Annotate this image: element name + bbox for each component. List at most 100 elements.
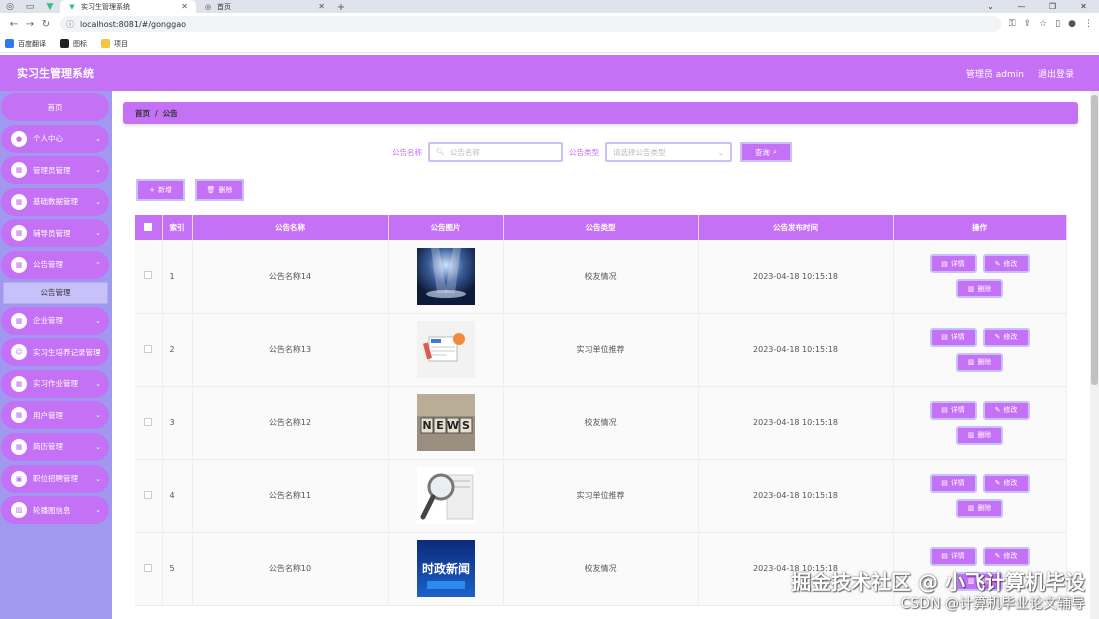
edit-button[interactable]: ✎ 修改 bbox=[982, 254, 1030, 274]
sidebar-item[interactable]: ▦ 公告管理 ⌃ bbox=[1, 250, 109, 279]
logout-link[interactable]: 退出登录 bbox=[1038, 67, 1074, 80]
bookmark-tubiao[interactable]: 图标 bbox=[60, 39, 87, 49]
row-select-cell[interactable] bbox=[135, 459, 163, 533]
notice-image: NEWS bbox=[416, 394, 475, 451]
notice-type-select[interactable]: 请选择公告类型 ⌄ bbox=[605, 142, 732, 162]
select-all-checkbox[interactable] bbox=[144, 222, 153, 231]
row-checkbox[interactable] bbox=[144, 344, 153, 353]
edit-label: 修改 bbox=[1003, 552, 1018, 560]
notice-type-placeholder: 请选择公告类型 bbox=[613, 147, 666, 157]
edit-button[interactable]: ✎ 修改 bbox=[982, 473, 1030, 493]
select-all-cell[interactable] bbox=[135, 215, 163, 240]
detail-label: 详情 bbox=[950, 406, 965, 414]
globe-icon[interactable]: ◎ bbox=[0, 0, 20, 13]
pencil-icon: ✎ bbox=[994, 406, 1001, 414]
row-select-cell[interactable] bbox=[135, 313, 163, 387]
sidebar-item[interactable]: ▦ 企业管理 ⌄ bbox=[1, 306, 109, 335]
sidebar-item[interactable]: ▦ 用户管理 ⌄ bbox=[1, 401, 109, 430]
add-button[interactable]: + 新增 bbox=[136, 179, 185, 201]
grid-icon: ▦ bbox=[11, 225, 27, 242]
sidebar-item[interactable]: ▦ 管理员管理 ⌄ bbox=[1, 156, 109, 185]
row-checkbox[interactable] bbox=[144, 490, 153, 499]
detail-button[interactable]: ▤ 详情 bbox=[929, 546, 977, 566]
close-window-icon[interactable]: ✕ bbox=[1068, 0, 1099, 13]
delete-button[interactable]: ▥ 删除 bbox=[956, 571, 1003, 591]
sidebar-item[interactable]: ▦ 辅导员管理 ⌄ bbox=[1, 219, 109, 248]
tab-close-icon[interactable]: ✕ bbox=[318, 2, 325, 11]
row-notice-name: 公告名称12 bbox=[192, 386, 389, 460]
row-ops: ▤ 详情 ✎ 修改 ▥ 删除 bbox=[905, 254, 1055, 299]
row-checkbox[interactable] bbox=[144, 417, 153, 426]
sidebar-subitem-notice[interactable]: 公告管理 bbox=[3, 281, 108, 304]
sidebar-item[interactable]: ▦ 实习作业管理 ⌄ bbox=[1, 369, 109, 398]
query-button[interactable]: 查询 ⌕ bbox=[740, 142, 792, 162]
back-icon[interactable]: ← bbox=[6, 19, 22, 30]
notice-image bbox=[416, 467, 475, 524]
notice-name-placeholder: 公告名称 bbox=[449, 147, 480, 157]
bookmark-xiangmu[interactable]: 项目 bbox=[101, 39, 128, 49]
edit-button[interactable]: ✎ 修改 bbox=[982, 327, 1030, 347]
share-icon[interactable]: ⇪ bbox=[1024, 19, 1032, 29]
tab-close-icon[interactable]: ✕ bbox=[181, 2, 188, 11]
table-header-row: 索引 公告名称 公告图片 公告类型 公告发布时间 操作 bbox=[135, 215, 1067, 240]
sidebar-item[interactable]: ▦ 简历管理 ⌄ bbox=[1, 432, 109, 461]
sidebar-item-label: 实习作业管理 bbox=[33, 379, 78, 389]
app-title: 实习生管理系统 bbox=[17, 67, 94, 80]
info-icon[interactable]: ⓘ bbox=[66, 19, 74, 30]
row-checkbox[interactable] bbox=[144, 563, 153, 572]
detail-button[interactable]: ▤ 详情 bbox=[929, 400, 977, 420]
row-publish-time: 2023-04-18 10:15:18 bbox=[698, 240, 894, 314]
sidebar-item[interactable]: ▦ 基础数据管理 ⌄ bbox=[1, 187, 109, 216]
row-publish-time: 2023-04-18 10:15:18 bbox=[698, 386, 894, 460]
row-select-cell[interactable] bbox=[135, 386, 163, 460]
detail-button[interactable]: ▤ 详情 bbox=[929, 254, 977, 274]
sidebar-item[interactable]: ☺ 实习生培养记录管理 ⌄ bbox=[1, 338, 109, 367]
batch-delete-button[interactable]: 🗑︎ 删除 bbox=[195, 179, 244, 201]
delete-button[interactable]: ▥ 删除 bbox=[956, 352, 1003, 372]
detail-button[interactable]: ▤ 详情 bbox=[929, 473, 977, 493]
delete-button[interactable]: ▥ 删除 bbox=[956, 279, 1003, 299]
pencil-icon: ✎ bbox=[994, 552, 1001, 560]
edit-button[interactable]: ✎ 修改 bbox=[982, 546, 1030, 566]
star-icon[interactable]: ☆ bbox=[1039, 19, 1047, 29]
detail-button[interactable]: ▤ 详情 bbox=[929, 327, 977, 347]
row-checkbox[interactable] bbox=[144, 271, 153, 280]
reload-icon[interactable]: ↻ bbox=[38, 19, 54, 30]
minimize-icon[interactable]: — bbox=[1006, 0, 1037, 13]
sidepanel-icon[interactable]: ▯ bbox=[1055, 19, 1060, 29]
url-input[interactable]: ⓘ localhost:8081/#/gonggao bbox=[60, 16, 1001, 32]
blank-tab-icon[interactable]: ▭ bbox=[20, 0, 40, 13]
row-select-cell[interactable] bbox=[135, 532, 163, 606]
delete-button[interactable]: ▥ 删除 bbox=[956, 425, 1003, 445]
page-scrollbar[interactable] bbox=[1090, 91, 1099, 619]
edit-button[interactable]: ✎ 修改 bbox=[982, 400, 1030, 420]
new-tab-icon[interactable]: + bbox=[333, 2, 349, 13]
chevron-down-icon[interactable]: ⌄ bbox=[975, 0, 1006, 13]
bookmark-baidu-fanyi[interactable]: 百度翻译 bbox=[5, 39, 46, 49]
forward-icon[interactable]: → bbox=[22, 19, 38, 30]
sidebar-item-label: 职位招聘管理 bbox=[33, 474, 78, 484]
scrollbar-thumb[interactable] bbox=[1091, 95, 1098, 385]
breadcrumb-current: 公告 bbox=[162, 108, 178, 118]
document-icon: ▤ bbox=[941, 259, 948, 268]
key-icon[interactable]: ⚿ bbox=[1009, 19, 1016, 29]
sidebar-item[interactable]: ● 个人中心 ⌄ bbox=[1, 124, 109, 153]
document-icon: ▤ bbox=[941, 333, 948, 341]
tab-active[interactable]: ▼ 实习生管理系统 ✕ bbox=[60, 0, 196, 13]
row-select-cell[interactable] bbox=[135, 240, 163, 314]
profile-icon[interactable]: ● bbox=[1068, 19, 1076, 29]
vue-icon[interactable]: ▼ bbox=[40, 0, 60, 13]
menu-icon[interactable]: ⋮ bbox=[1084, 19, 1093, 29]
sidebar-item[interactable]: ▣ 职位招聘管理 ⌄ bbox=[1, 464, 109, 493]
delete-button[interactable]: ▥ 删除 bbox=[956, 498, 1003, 518]
notice-name-input[interactable]: 🔍︎ 公告名称 bbox=[428, 142, 563, 162]
edit-label: 修改 bbox=[1003, 479, 1018, 487]
restore-icon[interactable]: ❐ bbox=[1037, 0, 1068, 13]
user-icon: ● bbox=[11, 130, 27, 147]
tab-inactive[interactable]: ◎ 首页 ✕ bbox=[196, 0, 333, 13]
grid-icon: ▦ bbox=[11, 375, 27, 392]
breadcrumb-home[interactable]: 首页 bbox=[135, 108, 150, 119]
sidebar-item-home[interactable]: 首页 bbox=[1, 93, 109, 121]
column-header: 公告图片 bbox=[388, 215, 504, 240]
sidebar-item[interactable]: ▨ 轮播图信息 ⌄ bbox=[1, 496, 109, 525]
